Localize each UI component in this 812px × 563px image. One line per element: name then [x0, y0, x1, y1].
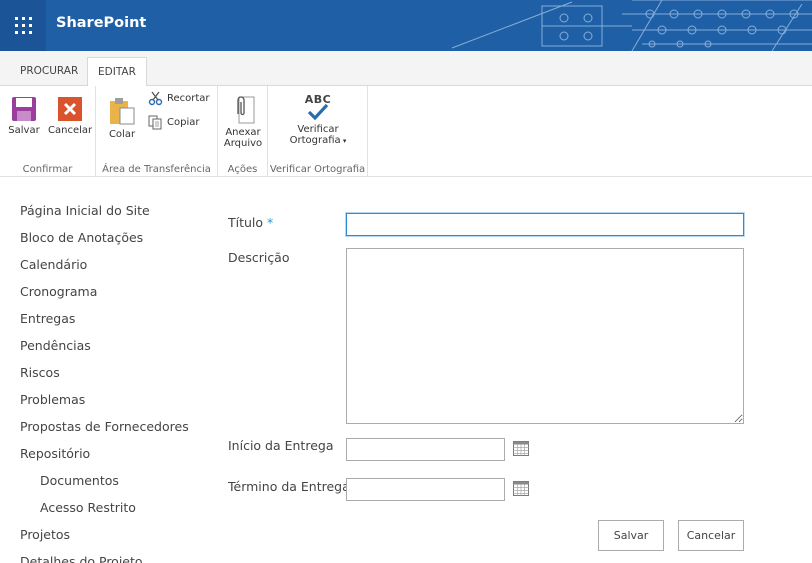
form-save-button[interactable]: Salvar — [598, 520, 664, 551]
paste-label: Colar — [108, 129, 136, 140]
group-clipboard: Colar Recortar Copiar Área de Transferên… — [96, 86, 218, 177]
nav-item-entregas[interactable]: Entregas — [20, 311, 75, 326]
group-spelling: ABC Verificar Ortografia ▾ Verificar Ort… — [268, 86, 368, 177]
nav-item-pagina-inicial[interactable]: Página Inicial do Site — [20, 203, 150, 218]
description-textarea[interactable] — [346, 248, 744, 424]
app-launcher-button[interactable] — [0, 0, 46, 51]
nav-item-cronograma[interactable]: Cronograma — [20, 284, 97, 299]
cut-label: Recortar — [167, 93, 210, 104]
group-label-actions: Ações — [227, 164, 258, 175]
end-date-input[interactable] — [346, 478, 505, 501]
dropdown-arrow-icon: ▾ — [340, 137, 347, 145]
attach-label-line2: Arquivo — [223, 138, 263, 149]
brand-title[interactable]: SharePoint — [56, 15, 146, 31]
save-label: Salvar — [8, 125, 40, 136]
nav-item-pendencias[interactable]: Pendências — [20, 338, 91, 353]
copy-button[interactable]: Copiar — [148, 115, 199, 130]
cut-button[interactable]: Recortar — [148, 91, 210, 106]
nav-item-projetos[interactable]: Projetos — [20, 527, 70, 542]
tab-editar[interactable]: EDITAR — [87, 57, 147, 87]
attach-label-line1: Anexar — [225, 127, 261, 138]
scissors-icon — [148, 91, 163, 106]
nav-item-acesso-restrito[interactable]: Acesso Restrito — [40, 500, 136, 515]
copy-label: Copiar — [167, 117, 200, 128]
nav-item-riscos[interactable]: Riscos — [20, 365, 60, 380]
group-actions: Anexar Arquivo Ações — [218, 86, 268, 177]
paste-clipboard-icon — [110, 98, 135, 125]
required-asterisk: * — [267, 215, 274, 230]
paperclip-icon — [237, 96, 255, 124]
group-label-confirmar: Confirmar — [22, 164, 73, 175]
nav-item-detalhes-projeto[interactable]: Detalhes do Projeto — [20, 554, 143, 563]
nav-item-calendario[interactable]: Calendário — [20, 257, 87, 272]
blueprint-decoration — [451, 0, 812, 51]
nav-item-documentos[interactable]: Documentos — [40, 473, 119, 488]
abc-icon-text: ABC — [304, 93, 332, 106]
nav-item-propostas-fornecedores[interactable]: Propostas de Fornecedores — [20, 419, 189, 434]
end-date-label: Término da Entrega — [228, 479, 350, 494]
ribbon: Salvar Cancelar Confirmar Colar Recortar… — [0, 86, 812, 177]
waffle-icon — [15, 17, 32, 34]
calendar-icon[interactable] — [513, 441, 529, 456]
save-button[interactable]: Salvar — [6, 96, 42, 136]
nav-item-problemas[interactable]: Problemas — [20, 392, 85, 407]
form-cancel-button[interactable]: Cancelar — [678, 520, 744, 551]
spell-check-button[interactable]: ABC Verificar Ortografia ▾ — [282, 94, 354, 147]
cancel-button[interactable]: Cancelar — [48, 96, 92, 136]
group-label-spelling: Verificar Ortografia — [269, 164, 366, 175]
start-date-input[interactable] — [346, 438, 505, 461]
attach-file-button[interactable]: Anexar Arquivo — [222, 94, 264, 149]
spell-label-line2: Ortografia — [289, 135, 341, 146]
group-label-clipboard: Área de Transferência — [102, 164, 211, 175]
spell-label-line1: Verificar — [297, 124, 339, 135]
cancel-x-icon — [58, 97, 82, 121]
nav-item-bloco-anotacoes[interactable]: Bloco de Anotações — [20, 230, 143, 245]
copy-icon — [148, 115, 162, 130]
title-label-text: Título — [228, 215, 264, 230]
title-label: Título * — [228, 215, 273, 230]
title-input[interactable] — [346, 213, 744, 236]
start-date-label: Início da Entrega — [228, 438, 334, 453]
ribbon-tabs: PROCURAR EDITAR — [0, 51, 812, 87]
nav-item-repositorio[interactable]: Repositório — [20, 446, 90, 461]
paste-button[interactable]: Colar — [104, 96, 140, 140]
cancel-label: Cancelar — [48, 125, 93, 136]
group-confirmar: Salvar Cancelar Confirmar — [0, 86, 96, 177]
suite-bar: SharePoint — [0, 0, 812, 51]
floppy-disk-icon — [12, 97, 36, 121]
tab-procurar[interactable]: PROCURAR — [10, 57, 88, 86]
calendar-icon[interactable] — [513, 481, 529, 496]
description-label: Descrição — [228, 250, 290, 265]
